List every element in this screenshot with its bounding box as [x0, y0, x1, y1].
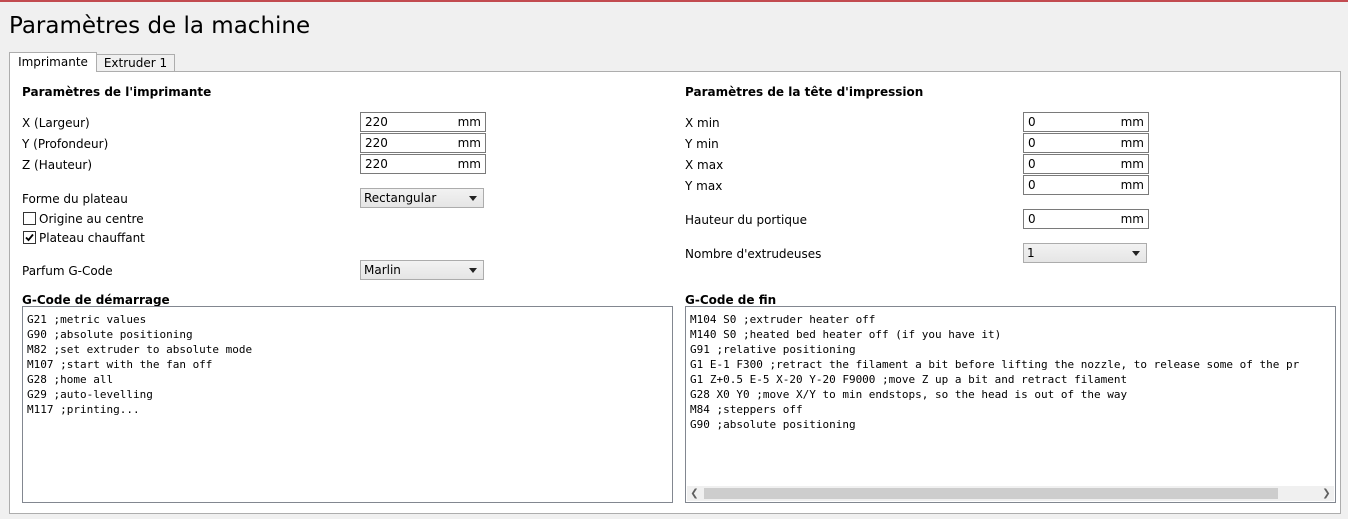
z-height-label: Z (Hauteur) [22, 158, 93, 172]
y-depth-label: Y (Profondeur) [22, 137, 109, 151]
heated-bed-checkbox[interactable] [23, 231, 36, 244]
x-max-field[interactable]: 0 mm [1023, 154, 1149, 174]
printer-settings-heading: Paramètres de l'imprimante [22, 85, 212, 99]
tab-imprimante[interactable]: Imprimante [9, 52, 97, 72]
code-line: G28 ;home all [27, 373, 114, 386]
printhead-settings-heading: Paramètres de la tête d'impression [685, 85, 924, 99]
gcode-flavor-label: Parfum G-Code [22, 264, 113, 278]
x-width-label: X (Largeur) [22, 116, 90, 130]
z-height-unit: mm [457, 157, 481, 171]
page-title: Paramètres de la machine [9, 13, 311, 39]
code-line: M107 ;start with the fan off [27, 358, 213, 371]
x-width-unit: mm [457, 115, 481, 129]
x-min-value: 0 [1028, 115, 1036, 129]
start-gcode-lines: G21 ;metric values G90 ;absolute positio… [27, 312, 252, 417]
scroll-right-icon[interactable]: ❯ [1319, 486, 1334, 501]
bed-shape-value: Rectangular [364, 191, 437, 205]
x-width-value: 220 [365, 115, 388, 129]
code-line: G21 ;metric values [27, 313, 147, 326]
code-line: M140 S0 ;heated bed heater off (if you h… [690, 328, 1002, 341]
z-height-field[interactable]: 220 mm [360, 154, 486, 174]
z-height-value: 220 [365, 157, 388, 171]
tab-extruder-1[interactable]: Extruder 1 [97, 54, 175, 72]
y-min-unit: mm [1120, 136, 1144, 150]
chevron-down-icon [469, 196, 477, 201]
code-line: G29 ;auto-levelling [27, 388, 153, 401]
chevron-down-icon [1132, 251, 1140, 256]
y-max-unit: mm [1120, 178, 1144, 192]
x-min-field[interactable]: 0 mm [1023, 112, 1149, 132]
code-line: M117 ;printing... [27, 403, 140, 416]
y-max-label: Y max [685, 179, 723, 193]
scrollbar-thumb[interactable] [704, 488, 1278, 499]
bed-shape-select[interactable]: Rectangular [360, 188, 484, 208]
gcode-flavor-value: Marlin [364, 263, 401, 277]
gantry-height-field[interactable]: 0 mm [1023, 209, 1149, 229]
extruder-count-select[interactable]: 1 [1023, 243, 1147, 263]
gantry-height-unit: mm [1120, 212, 1144, 226]
heated-bed-label: Plateau chauffant [39, 231, 145, 245]
x-width-field[interactable]: 220 mm [360, 112, 486, 132]
extruder-count-value: 1 [1027, 246, 1035, 260]
y-min-field[interactable]: 0 mm [1023, 133, 1149, 153]
checkmark-icon [25, 233, 34, 242]
origin-center-checkbox[interactable] [23, 212, 36, 225]
x-max-unit: mm [1120, 157, 1144, 171]
code-line: M82 ;set extruder to absolute mode [27, 343, 253, 356]
x-min-unit: mm [1120, 115, 1144, 129]
start-gcode-editor[interactable]: G21 ;metric values G90 ;absolute positio… [22, 306, 673, 503]
y-max-value: 0 [1028, 178, 1036, 192]
x-max-label: X max [685, 158, 724, 172]
origin-center-label: Origine au centre [39, 212, 144, 226]
window-top-border [0, 0, 1348, 2]
code-line: G91 ;relative positioning [690, 343, 856, 356]
code-line: G1 Z+0.5 E-5 X-20 Y-20 F9000 ;move Z up … [690, 373, 1128, 386]
horizontal-scrollbar[interactable]: ❮ ❯ [687, 486, 1334, 501]
code-line: G28 X0 Y0 ;move X/Y to min endstops, so … [690, 388, 1128, 401]
code-line: G1 E-1 F300 ;retract the filament a bit … [690, 358, 1300, 371]
code-line: G90 ;absolute positioning [690, 418, 856, 431]
y-depth-unit: mm [457, 136, 481, 150]
scroll-left-icon[interactable]: ❮ [687, 486, 702, 501]
code-line: G90 ;absolute positioning [27, 328, 193, 341]
x-min-label: X min [685, 116, 720, 130]
bed-shape-label: Forme du plateau [22, 192, 128, 206]
gantry-height-label: Hauteur du portique [685, 213, 807, 227]
gcode-flavor-select[interactable]: Marlin [360, 260, 484, 280]
end-gcode-lines: M104 S0 ;extruder heater off M140 S0 ;he… [690, 312, 1299, 432]
chevron-down-icon [469, 268, 477, 273]
end-gcode-editor[interactable]: M104 S0 ;extruder heater off M140 S0 ;he… [685, 306, 1336, 503]
y-depth-field[interactable]: 220 mm [360, 133, 486, 153]
code-line: M104 S0 ;extruder heater off [690, 313, 876, 326]
code-line: M84 ;steppers off [690, 403, 803, 416]
extruder-count-label: Nombre d'extrudeuses [685, 247, 822, 261]
y-min-value: 0 [1028, 136, 1036, 150]
y-depth-value: 220 [365, 136, 388, 150]
y-max-field[interactable]: 0 mm [1023, 175, 1149, 195]
y-min-label: Y min [685, 137, 719, 151]
x-max-value: 0 [1028, 157, 1036, 171]
gantry-height-value: 0 [1028, 212, 1036, 226]
